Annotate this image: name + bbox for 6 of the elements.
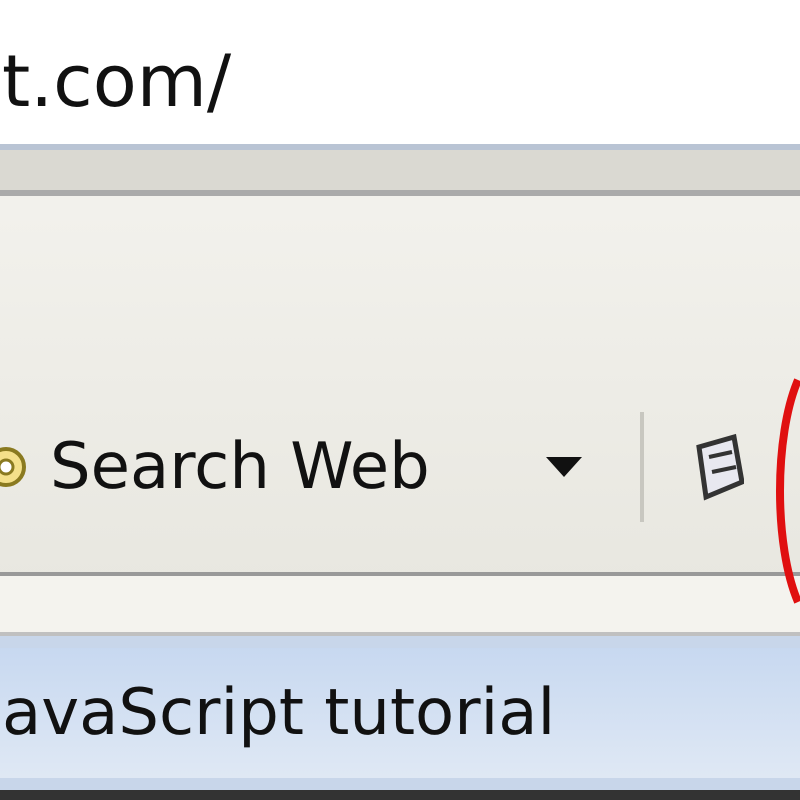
caret-icon[interactable] — [546, 457, 582, 477]
browser-tab[interactable]: avaScript tutorial — [0, 648, 800, 778]
address-field[interactable]: t.com/ — [0, 0, 800, 150]
search-web-button[interactable]: Search Web — [44, 430, 436, 504]
tab-title: avaScript tutorial — [2, 676, 556, 750]
address-text: t.com/ — [2, 38, 232, 124]
